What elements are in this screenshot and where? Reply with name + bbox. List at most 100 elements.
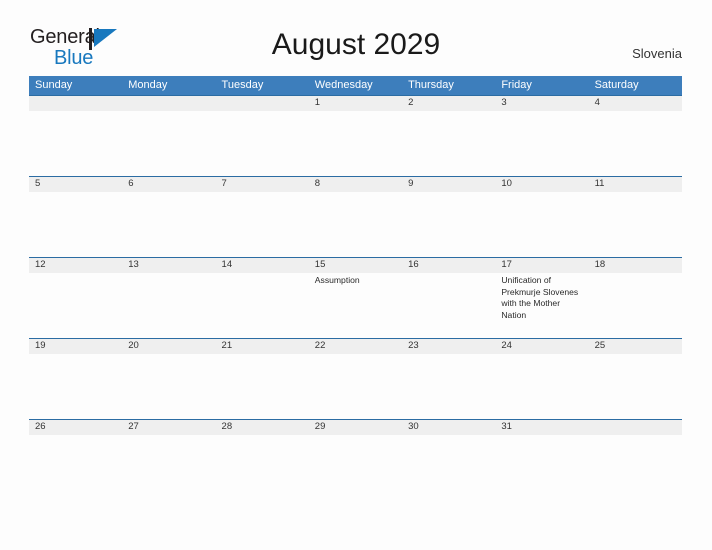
day-cell[interactable] [29,273,122,338]
week-row: 19 20 21 22 23 24 25 [29,338,682,419]
day-number[interactable]: 14 [216,258,309,273]
day-number[interactable]: 7 [216,177,309,192]
day-cell[interactable] [216,192,309,257]
day-cell[interactable] [216,354,309,419]
week-row: 26 27 28 29 30 31 [29,419,682,500]
day-cell[interactable] [309,435,402,500]
day-cell[interactable] [402,111,495,176]
day-cell[interactable] [589,435,682,500]
day-number[interactable]: 1 [309,96,402,111]
day-number[interactable]: 11 [589,177,682,192]
day-cell[interactable] [309,192,402,257]
day-number[interactable]: 8 [309,177,402,192]
day-event-band [29,435,682,500]
page-header: General Blue August 2029 Slovenia [0,0,712,76]
day-number[interactable]: 22 [309,339,402,354]
day-number-band: 19 20 21 22 23 24 25 [29,338,682,354]
calendar-grid: Sunday Monday Tuesday Wednesday Thursday… [29,76,682,500]
calendar-page: General Blue August 2029 Slovenia Sunday… [0,0,712,550]
day-number[interactable]: 26 [29,420,122,435]
day-number-band: 26 27 28 29 30 31 [29,419,682,435]
day-number[interactable]: 19 [29,339,122,354]
day-number[interactable]: 21 [216,339,309,354]
day-number[interactable]: 28 [216,420,309,435]
weekday-header-saturday: Saturday [594,79,639,91]
day-cell[interactable] [122,273,215,338]
day-number[interactable] [29,96,122,111]
day-cell[interactable] [495,111,588,176]
day-cell[interactable] [122,111,215,176]
day-cell[interactable] [29,192,122,257]
day-cell[interactable] [402,435,495,500]
day-event-band [29,354,682,419]
day-cell-assumption[interactable]: Assumption [309,273,402,338]
day-number[interactable]: 16 [402,258,495,273]
day-cell[interactable] [309,354,402,419]
day-number[interactable]: 13 [122,258,215,273]
day-cell[interactable] [589,273,682,338]
day-number[interactable]: 29 [309,420,402,435]
day-cell[interactable] [216,273,309,338]
day-cell[interactable] [402,192,495,257]
weekday-header-row: Sunday Monday Tuesday Wednesday Thursday… [29,76,682,95]
day-number[interactable]: 24 [495,339,588,354]
day-cell[interactable] [495,435,588,500]
day-number[interactable] [589,420,682,435]
day-event-band: Assumption Unification of Prekmurje Slov… [29,273,682,338]
event-label: Assumption [314,275,360,285]
day-number[interactable] [122,96,215,111]
day-number[interactable]: 15 [309,258,402,273]
day-cell[interactable] [589,111,682,176]
day-number-band: 5 6 7 8 9 10 11 [29,176,682,192]
week-row: 1 2 3 4 [29,95,682,176]
weekday-header-tuesday: Tuesday [221,79,264,91]
day-number[interactable]: 23 [402,339,495,354]
page-title: August 2029 [271,28,441,61]
day-cell[interactable] [29,435,122,500]
day-cell[interactable] [29,354,122,419]
day-number[interactable]: 31 [495,420,588,435]
day-number[interactable]: 6 [122,177,215,192]
day-cell[interactable] [589,354,682,419]
day-event-band [29,111,682,176]
day-event-band [29,192,682,257]
day-cell[interactable] [402,273,495,338]
day-cell[interactable] [495,192,588,257]
day-cell[interactable] [216,111,309,176]
day-number[interactable]: 25 [589,339,682,354]
day-cell[interactable] [29,111,122,176]
day-cell[interactable] [122,435,215,500]
country-label: Slovenia [632,46,682,61]
day-cell[interactable] [495,354,588,419]
week-row: 5 6 7 8 9 10 11 [29,176,682,257]
week-row: 12 13 14 15 16 17 18 Assumption Unificat… [29,257,682,338]
day-number[interactable]: 27 [122,420,215,435]
day-cell-unification[interactable]: Unification of Prekmurje Slovenes with t… [495,273,588,338]
event-label: Unification of Prekmurje Slovenes with t… [501,275,579,320]
day-number[interactable]: 5 [29,177,122,192]
weekday-header-friday: Friday [501,79,532,91]
day-cell[interactable] [216,435,309,500]
day-cell[interactable] [122,354,215,419]
day-cell[interactable] [402,354,495,419]
day-number[interactable] [216,96,309,111]
day-number[interactable]: 2 [402,96,495,111]
day-number[interactable]: 30 [402,420,495,435]
weekday-header-wednesday: Wednesday [314,79,373,91]
day-number[interactable]: 3 [495,96,588,111]
weekday-header-monday: Monday [128,79,168,91]
day-number[interactable]: 12 [29,258,122,273]
day-number[interactable]: 9 [402,177,495,192]
day-number[interactable]: 20 [122,339,215,354]
day-number[interactable]: 4 [589,96,682,111]
day-cell[interactable] [122,192,215,257]
day-number[interactable]: 10 [495,177,588,192]
day-number-band: 1 2 3 4 [29,95,682,111]
day-cell[interactable] [309,111,402,176]
day-cell[interactable] [589,192,682,257]
day-number-band: 12 13 14 15 16 17 18 [29,257,682,273]
weekday-header-thursday: Thursday [408,79,454,91]
weekday-header-sunday: Sunday [35,79,73,91]
day-number[interactable]: 17 [495,258,588,273]
day-number[interactable]: 18 [589,258,682,273]
